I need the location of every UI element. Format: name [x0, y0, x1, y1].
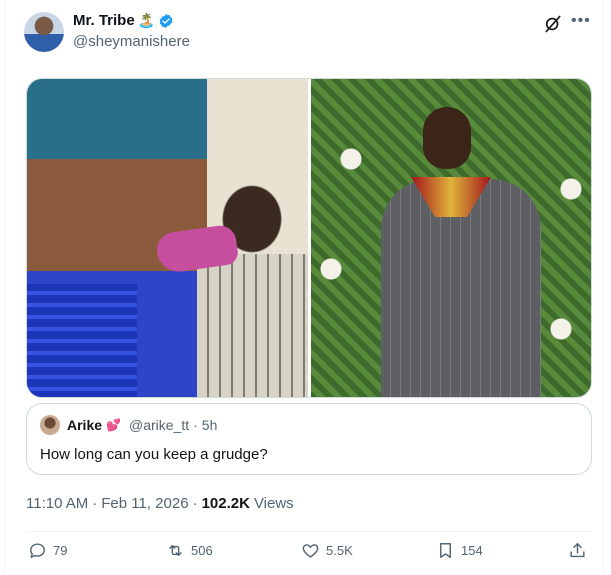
- repost-icon: [169, 545, 182, 556]
- media-grid[interactable]: [26, 78, 592, 398]
- bookmark-button[interactable]: 154: [436, 541, 483, 560]
- quoted-name: Arike: [67, 417, 103, 433]
- robe-graphic: [197, 254, 312, 397]
- blue-basket-graphic: [27, 284, 137, 397]
- like-button[interactable]: 5.5K: [301, 541, 353, 560]
- tweet-meta: 11:10 AM · Feb 11, 2026 · 102.2K Views: [26, 495, 294, 512]
- repost-count: 506: [191, 543, 213, 558]
- bookmark-count: 154: [461, 543, 483, 558]
- quoted-dot: ·: [193, 417, 198, 433]
- quoted-time: 5h: [201, 417, 218, 433]
- heart-emoji: 💕: [106, 418, 121, 432]
- photo-childhood[interactable]: [27, 79, 312, 397]
- tweet-date[interactable]: Feb 11, 2026: [101, 495, 188, 512]
- like-count: 5.5K: [326, 543, 353, 558]
- action-bar: 79 506 5.5K 154: [26, 541, 592, 569]
- share-icon: [570, 543, 585, 558]
- reply-button[interactable]: 79: [28, 541, 67, 560]
- tweet-time[interactable]: 11:10 AM: [26, 495, 88, 512]
- author-name-row: Mr. Tribe 🏝️: [73, 12, 174, 29]
- views-count: 102.2K: [201, 495, 250, 512]
- quoted-text: How long can you keep a grudge?: [40, 446, 268, 463]
- island-emoji: 🏝️: [137, 12, 156, 28]
- photo-graduation[interactable]: [311, 79, 591, 397]
- tweet-card: Mr. Tribe 🏝️ @sheymanishere ••• Arike 💕: [4, 0, 604, 575]
- meta-dot: ·: [192, 495, 198, 512]
- more-options-icon[interactable]: •••: [571, 12, 591, 30]
- share-button[interactable]: [568, 541, 587, 560]
- meta-dot: ·: [92, 495, 98, 512]
- quoted-avatar: [40, 415, 60, 435]
- quoted-tweet[interactable]: Arike 💕 @arike_tt · 5h How long can you …: [26, 403, 592, 475]
- quoted-handle: @arike_tt: [128, 417, 190, 433]
- head-graphic: [423, 107, 471, 169]
- reply-count: 79: [53, 543, 68, 558]
- repost-button[interactable]: 506: [166, 541, 213, 560]
- grok-icon[interactable]: [543, 14, 563, 34]
- author-handle[interactable]: @sheymanishere: [73, 33, 190, 50]
- author-avatar[interactable]: [24, 12, 64, 52]
- verified-badge-icon: [159, 13, 173, 28]
- heart-icon: [302, 544, 319, 558]
- views-label: Views: [253, 495, 294, 512]
- bookmark-icon: [440, 543, 451, 558]
- author-display-name[interactable]: Mr. Tribe: [73, 12, 135, 29]
- reply-icon: [30, 543, 45, 558]
- quoted-header: Arike 💕 @arike_tt · 5h: [67, 417, 217, 433]
- separator: [26, 531, 592, 532]
